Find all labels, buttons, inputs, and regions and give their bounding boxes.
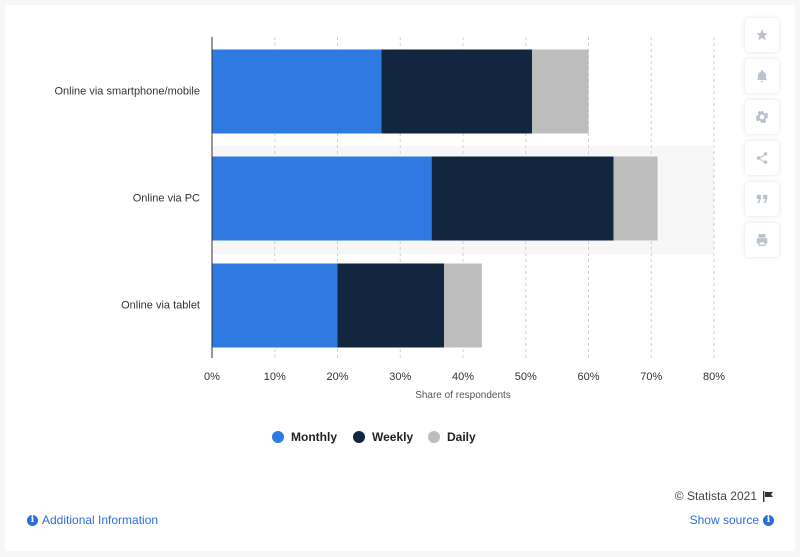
x-tick-label: 0% <box>204 371 220 383</box>
bar-daily[interactable] <box>444 263 482 348</box>
notification-button[interactable] <box>745 59 779 93</box>
legend-label: Monthly <box>291 430 337 444</box>
bar-weekly[interactable] <box>431 156 614 241</box>
x-tick-label: 70% <box>640 371 662 383</box>
category-label: Online via PC <box>133 193 200 205</box>
share-button[interactable] <box>745 141 779 175</box>
legend-label: Weekly <box>372 430 413 444</box>
favorite-button[interactable] <box>745 18 779 52</box>
bar-monthly[interactable] <box>212 49 382 134</box>
category-label: Online via tablet <box>121 300 200 312</box>
legend-item-monthly[interactable]: Monthly <box>272 430 337 444</box>
legend-marker <box>428 431 440 443</box>
chart: Online via smartphone/mobile Online via P… <box>54 37 725 444</box>
cite-button[interactable] <box>745 182 779 216</box>
x-tick-label: 10% <box>264 371 286 383</box>
legend-marker <box>272 431 284 443</box>
additional-information-link[interactable]: i Additional Information <box>27 513 158 527</box>
gear-icon <box>755 110 769 124</box>
x-tick-label: 30% <box>389 371 411 383</box>
print-button[interactable] <box>745 223 779 257</box>
bar-weekly[interactable] <box>381 49 533 134</box>
flag-icon <box>763 490 773 502</box>
side-toolbar <box>745 18 779 264</box>
bar-weekly[interactable] <box>337 263 445 348</box>
bar-daily[interactable] <box>532 49 589 134</box>
x-tick-label: 50% <box>515 371 537 383</box>
copyright: © Statista 2021 <box>675 489 774 503</box>
info-icon: i <box>763 514 774 526</box>
bell-icon <box>756 70 768 83</box>
settings-button[interactable] <box>745 100 779 134</box>
x-axis-title: Share of respondents <box>415 390 511 401</box>
legend-item-weekly[interactable]: Weekly <box>353 430 413 444</box>
x-tick-label: 20% <box>326 371 348 383</box>
x-tick-label: 80% <box>703 371 725 383</box>
copyright-text: © Statista 2021 <box>674 489 757 503</box>
bar-monthly[interactable] <box>212 156 432 241</box>
x-tick-label: 60% <box>577 371 599 383</box>
category-label: Online via smartphone/mobile <box>54 86 200 98</box>
show-source-link[interactable]: Show source i <box>690 513 774 527</box>
quote-icon <box>756 194 768 204</box>
legend-item-daily[interactable]: Daily <box>428 430 476 444</box>
x-tick-label: 40% <box>452 371 474 383</box>
bar-daily[interactable] <box>613 156 658 241</box>
bar-monthly[interactable] <box>212 263 338 348</box>
info-icon: i <box>27 514 38 526</box>
additional-information-label: Additional Information <box>42 513 159 527</box>
star-icon <box>756 29 768 41</box>
print-icon <box>756 234 768 246</box>
share-icon <box>756 152 768 164</box>
show-source-label: Show source <box>689 513 759 527</box>
legend-marker <box>353 431 365 443</box>
legend-label: Daily <box>447 430 476 444</box>
